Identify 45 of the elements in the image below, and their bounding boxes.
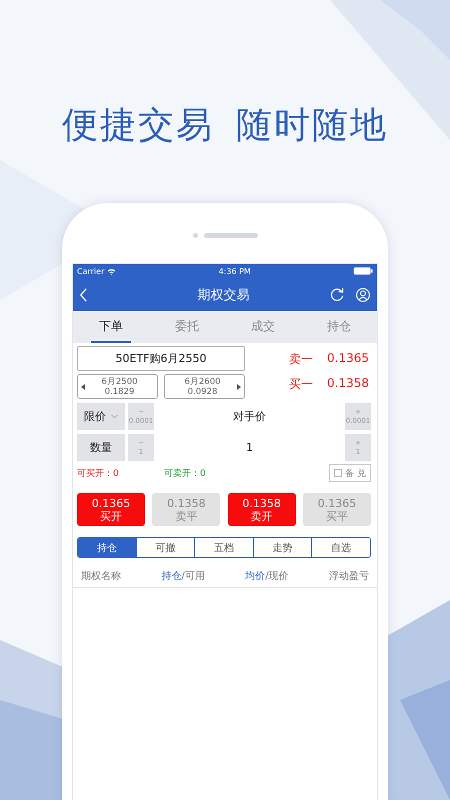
contract-switch-button[interactable]: 6月2600 0.0928 (164, 374, 245, 399)
nav-title: 期权交易 (196, 286, 250, 304)
tab[interactable]: 下单 (91, 311, 131, 343)
stepper-value[interactable]: 1 (157, 434, 342, 461)
contract-label: 6月2600 (184, 376, 221, 386)
column-header: 期权名称 (81, 570, 121, 582)
order-button[interactable]: 0.1358 卖开 (228, 493, 296, 526)
contract-switch-button[interactable]: 6月2500 0.1829 (77, 374, 158, 399)
camera-icon (192, 232, 198, 238)
order-button[interactable]: 0.1365 买开 (77, 493, 145, 526)
speaker-icon (204, 232, 258, 238)
carrier-label: Carrier (77, 266, 104, 276)
refresh-icon[interactable] (329, 286, 345, 302)
user-icon[interactable] (355, 286, 371, 302)
contract-field[interactable]: 50ETF购6月2550 (77, 346, 245, 371)
available-quantity: 可买开：0 (77, 468, 120, 480)
quote-price: 0.1365 (327, 351, 369, 367)
segment-tab[interactable]: 自选 (311, 538, 370, 557)
column-header: 均价/现价 (245, 570, 289, 582)
battery-icon (353, 267, 373, 275)
quote-label: 买一 (289, 376, 313, 393)
quote-price: 0.1358 (327, 376, 369, 392)
right-triangle-icon (237, 384, 241, 390)
covered-checkbox[interactable]: 备 兑 (329, 464, 371, 482)
stepper-value[interactable]: 对手价 (157, 403, 342, 430)
quote-label: 卖一 (289, 351, 313, 368)
tab[interactable]: 成交 (243, 311, 283, 343)
left-triangle-icon (81, 384, 85, 390)
column-header: 浮动盈亏 (328, 570, 369, 582)
wifi-icon (107, 268, 116, 274)
headline: 便捷交易 (62, 104, 214, 148)
contract-label: 6月2500 (101, 376, 138, 386)
headline: 随时随地 (236, 104, 388, 148)
status-time: 4:36 PM (218, 266, 251, 276)
tab[interactable]: 委托 (167, 311, 207, 343)
segment-tab[interactable]: 持仓 (78, 538, 136, 557)
contract-price: 0.0928 (188, 386, 218, 396)
chevron-down-icon (111, 414, 118, 419)
tab[interactable]: 持仓 (319, 311, 359, 343)
contract-price: 0.1829 (104, 386, 134, 396)
stepper-label[interactable]: 限价 (77, 403, 125, 430)
back-icon[interactable] (79, 286, 88, 302)
stepper-label[interactable]: 数量 (77, 434, 125, 461)
column-header: 持仓/可用 (161, 570, 205, 582)
available-quantity: 可卖开：0 (164, 468, 207, 480)
